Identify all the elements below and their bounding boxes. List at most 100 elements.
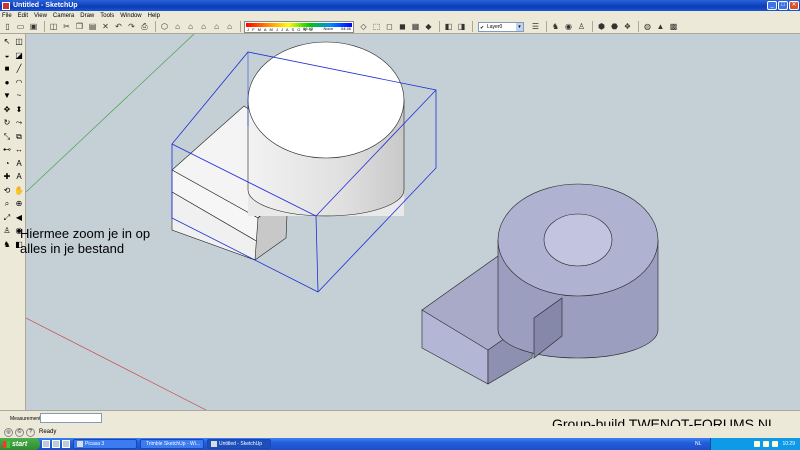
menu-camera[interactable]: Camera bbox=[53, 13, 74, 19]
erase-icon[interactable]: ✕ bbox=[100, 21, 111, 32]
credits-icon[interactable]: © bbox=[15, 427, 24, 437]
menu-edit[interactable]: Edit bbox=[18, 13, 28, 19]
circle-icon[interactable]: ● bbox=[2, 78, 12, 88]
menu-window[interactable]: Window bbox=[120, 13, 141, 19]
section-cut-icon[interactable]: ◨ bbox=[456, 21, 467, 32]
monochrome-icon[interactable]: ◆ bbox=[423, 21, 434, 32]
top-view-icon[interactable]: ⌂ bbox=[172, 21, 183, 32]
previous-view-icon[interactable]: ◀ bbox=[14, 213, 24, 223]
shadow-time-end: 04:46 bbox=[340, 25, 351, 31]
photo-textures-icon[interactable]: ▩ bbox=[668, 21, 679, 32]
push-pull-icon[interactable]: ⬍ bbox=[14, 105, 24, 115]
zoom-extents-icon[interactable]: ⤢ bbox=[2, 213, 12, 223]
make-component-icon[interactable]: ◫ bbox=[48, 21, 59, 32]
menu-view[interactable]: View bbox=[34, 13, 47, 19]
scale-icon[interactable]: ⤡ bbox=[2, 132, 12, 142]
google-earth-icon[interactable]: ◍ bbox=[642, 21, 653, 32]
textured-icon[interactable]: ▦ bbox=[410, 21, 421, 32]
rectangle-icon[interactable]: ■ bbox=[2, 64, 12, 74]
select-icon[interactable]: ↖ bbox=[2, 37, 12, 47]
redo-icon[interactable]: ↷ bbox=[126, 21, 137, 32]
maximize-button[interactable]: □ bbox=[778, 1, 788, 10]
polygon-icon[interactable]: ▼ bbox=[2, 91, 12, 101]
quick-launch-media-icon[interactable] bbox=[62, 440, 70, 448]
model-group[interactable] bbox=[421, 183, 659, 385]
wireframe-icon[interactable]: ⬚ bbox=[371, 21, 382, 32]
start-button[interactable]: start bbox=[0, 438, 40, 450]
front-view-icon[interactable]: ⌂ bbox=[185, 21, 196, 32]
eraser-icon[interactable]: ◪ bbox=[14, 51, 24, 61]
zoom-window-icon[interactable]: ⊕ bbox=[14, 199, 24, 209]
dimension-icon[interactable]: ↔ bbox=[14, 145, 24, 155]
drawing-viewport[interactable] bbox=[26, 34, 800, 410]
save-icon[interactable]: ▣ bbox=[28, 21, 39, 32]
menu-help[interactable]: Help bbox=[148, 13, 160, 19]
system-tray: NL 10:29 bbox=[695, 438, 800, 450]
get-models-icon[interactable]: ⬢ bbox=[596, 21, 607, 32]
quick-launch-desktop-icon[interactable] bbox=[52, 440, 60, 448]
toggle-terrain-icon[interactable]: ▲ bbox=[655, 21, 666, 32]
layer-select[interactable]: ✔ Layer0 ▾ bbox=[478, 21, 524, 32]
xray-icon[interactable]: ◇ bbox=[358, 21, 369, 32]
shadow-settings-bar[interactable]: J F M A M J J A S O N D 06:43 Noon 04:46 bbox=[244, 20, 354, 33]
cut-icon[interactable]: ✂ bbox=[61, 21, 72, 32]
copy-icon[interactable]: ❐ bbox=[74, 21, 85, 32]
task-sketchup-untitled[interactable]: Untitled - SketchUp bbox=[207, 439, 271, 449]
hidden-line-icon[interactable]: ◻ bbox=[384, 21, 395, 32]
axes-icon[interactable]: ✚ bbox=[2, 172, 12, 182]
orbit-icon[interactable]: ⟲ bbox=[2, 186, 12, 196]
back-view-icon[interactable]: ⌂ bbox=[211, 21, 222, 32]
follow-me-icon[interactable]: ⤳ bbox=[14, 118, 24, 128]
menu-draw[interactable]: Draw bbox=[80, 13, 94, 19]
tray-security-icon[interactable] bbox=[772, 441, 779, 447]
offset-icon[interactable]: ⧉ bbox=[14, 132, 24, 142]
share-component-icon[interactable]: ❖ bbox=[622, 21, 633, 32]
line-icon[interactable]: ╱ bbox=[14, 64, 24, 74]
chevron-down-icon[interactable]: ▾ bbox=[516, 22, 523, 31]
text-icon[interactable]: A bbox=[14, 159, 24, 169]
3d-text-icon[interactable]: A bbox=[14, 172, 24, 182]
menu-file[interactable]: File bbox=[2, 13, 12, 19]
arc-icon[interactable]: ◠ bbox=[14, 78, 24, 88]
paste-icon[interactable]: ▤ bbox=[87, 21, 98, 32]
left-view-icon[interactable]: ⌂ bbox=[224, 21, 235, 32]
help-icon[interactable]: ? bbox=[26, 427, 35, 437]
minimize-button[interactable]: _ bbox=[767, 1, 777, 10]
position-camera-tool-icon[interactable]: ♙ bbox=[2, 226, 12, 236]
menu-tools[interactable]: Tools bbox=[100, 13, 114, 19]
quick-launch-browser-icon[interactable] bbox=[42, 440, 50, 448]
task-sketchup-trimble[interactable]: Trimble SketchUp - Wi... bbox=[140, 439, 204, 449]
layers-icon[interactable]: ☰ bbox=[530, 21, 541, 32]
iso-view-icon[interactable]: ⬡ bbox=[159, 21, 170, 32]
tray-volume-icon[interactable] bbox=[763, 441, 770, 447]
protractor-icon[interactable]: ◔ bbox=[2, 159, 12, 169]
look-around-icon[interactable]: ◉ bbox=[563, 21, 574, 32]
section-plane-icon[interactable]: ◧ bbox=[443, 21, 454, 32]
walk-tool-icon[interactable]: ♞ bbox=[2, 240, 12, 250]
print-icon[interactable]: ⎙ bbox=[139, 21, 150, 32]
undo-icon[interactable]: ↶ bbox=[113, 21, 124, 32]
position-camera-icon[interactable]: ♙ bbox=[576, 21, 587, 32]
new-icon[interactable]: ▯ bbox=[2, 21, 13, 32]
selected-group[interactable] bbox=[171, 41, 437, 293]
toolbar-separator bbox=[439, 21, 440, 32]
zoom-icon[interactable]: ⌕ bbox=[2, 199, 12, 209]
tray-network-icon[interactable] bbox=[754, 441, 761, 447]
tape-measure-icon[interactable]: ⊷ bbox=[2, 145, 12, 155]
walk-icon[interactable]: ♞ bbox=[550, 21, 561, 32]
make-component-tool-icon[interactable]: ◫ bbox=[14, 37, 24, 47]
rotate-icon[interactable]: ↻ bbox=[2, 118, 12, 128]
open-icon[interactable]: ▭ bbox=[15, 21, 26, 32]
paint-bucket-icon[interactable]: ◒ bbox=[2, 51, 12, 61]
language-indicator[interactable]: NL bbox=[695, 441, 701, 447]
task-picasa[interactable]: Picasa 3 bbox=[73, 439, 137, 449]
pan-icon[interactable]: ✋ bbox=[14, 186, 24, 196]
geo-location-icon[interactable]: ◎ bbox=[4, 427, 13, 437]
close-button[interactable]: ✕ bbox=[789, 1, 799, 10]
measurements-input[interactable] bbox=[40, 413, 102, 423]
right-view-icon[interactable]: ⌂ bbox=[198, 21, 209, 32]
move-icon[interactable]: ✥ bbox=[2, 105, 12, 115]
shaded-icon[interactable]: ◼ bbox=[397, 21, 408, 32]
freehand-icon[interactable]: ~ bbox=[14, 91, 24, 101]
share-model-icon[interactable]: ⬣ bbox=[609, 21, 620, 32]
